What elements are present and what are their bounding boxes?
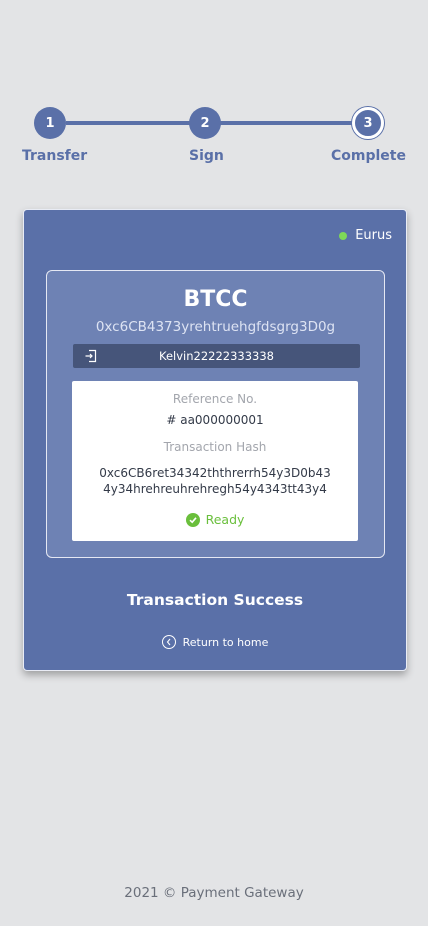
coin-address: 0xc6CB4373yrehtruehgfdsgrg3D0g [95, 319, 336, 335]
network-indicator: Eurus [339, 228, 392, 243]
step-connector [220, 121, 354, 125]
status-label: Ready [205, 512, 245, 527]
step-1-indicator: 1 [34, 107, 66, 139]
network-label: Eurus [355, 228, 392, 243]
hash-label: Transaction Hash [163, 440, 267, 454]
check-circle-icon [185, 512, 200, 527]
step-3-label: Complete [331, 148, 406, 164]
hash-value: 0xc6CB6ret34342ththrerrh54y3D0b43 4y34hr… [99, 466, 331, 496]
step-2-label: Sign [189, 148, 224, 164]
status-badge: Ready [72, 512, 358, 527]
transaction-status: Transaction Success [126, 591, 304, 609]
import-icon [84, 349, 98, 363]
chevron-left-circle-icon [161, 635, 176, 649]
return-home-label: Return to home [182, 635, 269, 649]
reference-value: # aa000000001 [166, 413, 264, 427]
footer-copyright: 2021 © Payment Gateway [124, 885, 304, 901]
step-connector [66, 121, 190, 125]
status-dot-icon [339, 231, 348, 240]
reference-label: Reference No. [172, 392, 258, 406]
transaction-details: Reference No. # aa000000001 Transaction … [72, 381, 358, 541]
transaction-card: Eurus BTCC 0xc6CB4373yrehtruehgfdsgrg3D0… [23, 209, 407, 671]
step-2-indicator: 2 [189, 107, 221, 139]
step-1-label: Transfer [22, 148, 88, 164]
progress-stepper: 1 2 3 Transfer Sign Complete [0, 0, 428, 180]
step-3-indicator: 3 [352, 107, 384, 139]
account-bar: Kelvin22222333338 [73, 344, 360, 368]
return-home-link[interactable]: Return to home [24, 635, 406, 649]
coin-panel: BTCC 0xc6CB4373yrehtruehgfdsgrg3D0g Kelv… [46, 270, 385, 558]
account-name: Kelvin22222333338 [158, 349, 274, 363]
coin-name: BTCC [183, 287, 248, 312]
